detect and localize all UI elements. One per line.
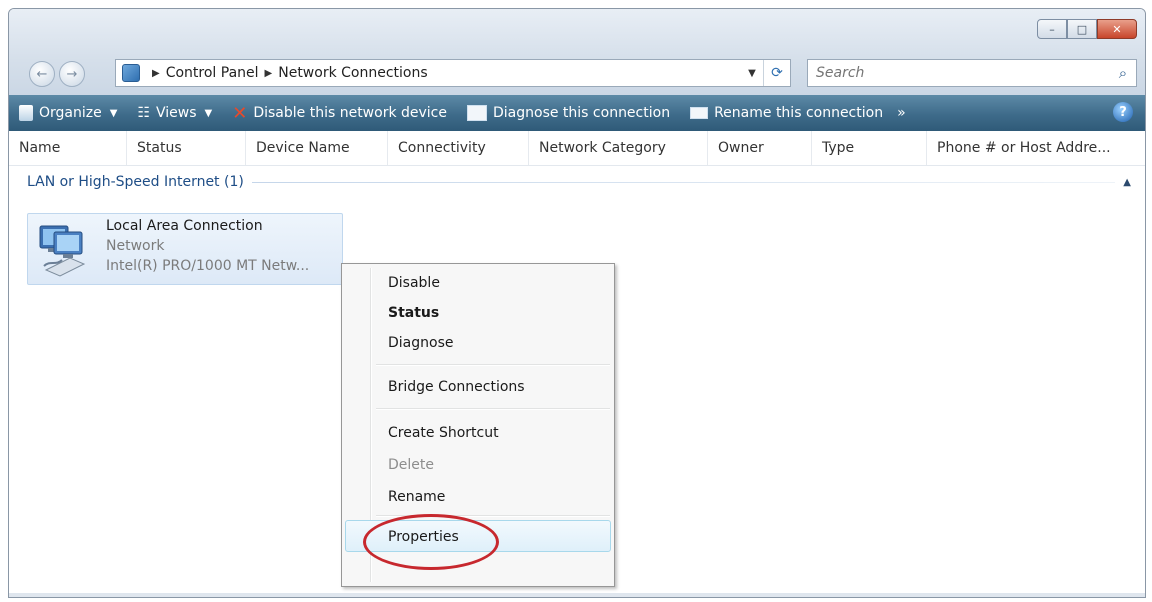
diagnose-button[interactable]: Diagnose this connection xyxy=(457,95,680,131)
search-box[interactable]: ⌕ xyxy=(807,59,1137,87)
organize-icon xyxy=(19,105,33,121)
menu-separator xyxy=(376,364,610,366)
breadcrumb-separator-icon[interactable]: ▶ xyxy=(152,68,160,79)
column-header-network-category[interactable]: Network Category xyxy=(529,131,708,165)
menu-item-rename[interactable]: Rename xyxy=(388,484,445,510)
rename-button[interactable]: Rename this connection xyxy=(680,95,893,131)
diagnose-label: Diagnose this connection xyxy=(493,105,671,121)
more-commands-button[interactable]: » xyxy=(893,95,910,131)
search-input[interactable] xyxy=(808,64,1110,82)
forward-button[interactable]: → xyxy=(59,61,85,87)
menu-item-bridge-connections[interactable]: Bridge Connections xyxy=(388,374,525,400)
connection-device: Intel(R) PRO/1000 MT Netw... xyxy=(106,258,310,274)
forward-icon: → xyxy=(66,66,78,82)
views-label: Views xyxy=(156,105,197,121)
group-divider xyxy=(251,181,1116,183)
disable-x-icon: ✕ xyxy=(232,102,248,124)
highlight-circle-annotation xyxy=(363,514,499,570)
local-area-connection-item[interactable]: Local Area Connection Network Intel(R) P… xyxy=(27,213,343,285)
column-header-row: Name Status Device Name Connectivity Net… xyxy=(9,131,1145,166)
connection-status: Network xyxy=(106,238,165,254)
bottom-edge xyxy=(9,593,1145,597)
search-icon[interactable]: ⌕ xyxy=(1110,64,1136,82)
menu-item-disable[interactable]: Disable xyxy=(388,270,440,296)
help-button[interactable]: ? xyxy=(1113,102,1133,122)
rename-label: Rename this connection xyxy=(714,105,884,121)
group-header-lan[interactable]: LAN or High-Speed Internet (1) ▲ xyxy=(27,171,1131,193)
views-icon: ☷ xyxy=(137,105,150,121)
caption-buttons: – □ ✕ xyxy=(1037,19,1137,39)
group-label: LAN or High-Speed Internet (1) xyxy=(27,174,244,190)
disable-device-label: Disable this network device xyxy=(253,105,447,121)
address-bar[interactable]: ▶ Control Panel ▶ Network Connections ▼ … xyxy=(115,59,791,87)
menu-item-status[interactable]: Status xyxy=(388,300,439,326)
column-header-status[interactable]: Status xyxy=(127,131,246,165)
chevron-down-icon: ▼ xyxy=(204,107,213,119)
refresh-button[interactable]: ⟳ xyxy=(763,60,790,86)
collapse-icon[interactable]: ▲ xyxy=(1123,177,1131,188)
network-adapter-icon xyxy=(39,225,86,277)
column-header-connectivity[interactable]: Connectivity xyxy=(388,131,529,165)
close-button[interactable]: ✕ xyxy=(1097,19,1137,39)
back-button[interactable]: ← xyxy=(29,61,55,87)
connection-name: Local Area Connection xyxy=(106,218,263,234)
menu-item-diagnose[interactable]: Diagnose xyxy=(388,330,453,356)
menu-item-create-shortcut[interactable]: Create Shortcut xyxy=(388,420,499,446)
rename-icon xyxy=(690,107,709,119)
command-bar: Organize ▼ ☷ Views ▼ ✕ Disable this netw… xyxy=(9,95,1145,131)
refresh-icon: ⟳ xyxy=(771,65,783,81)
views-button[interactable]: ☷ Views ▼ xyxy=(127,95,222,131)
breadcrumb-control-panel[interactable]: Control Panel xyxy=(166,65,259,81)
column-header-name[interactable]: Name xyxy=(9,131,127,165)
maximize-button[interactable]: □ xyxy=(1067,19,1097,39)
breadcrumb-network-connections[interactable]: Network Connections xyxy=(278,65,427,81)
menu-separator xyxy=(376,408,610,410)
minimize-button[interactable]: – xyxy=(1037,19,1067,39)
column-header-device-name[interactable]: Device Name xyxy=(246,131,388,165)
disable-device-button[interactable]: ✕ Disable this network device xyxy=(222,95,457,131)
column-header-phone-host[interactable]: Phone # or Host Addre... xyxy=(927,131,1145,165)
back-icon: ← xyxy=(36,66,48,82)
column-header-type[interactable]: Type xyxy=(812,131,927,165)
control-panel-icon xyxy=(122,64,140,82)
navigation-row: ← → ▶ Control Panel ▶ Network Connection… xyxy=(21,59,1137,89)
menu-item-delete: Delete xyxy=(388,457,434,473)
organize-label: Organize xyxy=(39,105,102,121)
column-header-owner[interactable]: Owner xyxy=(708,131,812,165)
title-bar: – □ ✕ ← → ▶ Control Panel ▶ Network Conn… xyxy=(9,9,1145,95)
address-dropdown-icon[interactable]: ▼ xyxy=(741,68,763,79)
breadcrumb-separator-icon[interactable]: ▶ xyxy=(265,68,273,79)
diagnose-icon xyxy=(467,105,487,121)
organize-button[interactable]: Organize ▼ xyxy=(9,95,127,131)
chevron-down-icon: ▼ xyxy=(109,107,118,119)
